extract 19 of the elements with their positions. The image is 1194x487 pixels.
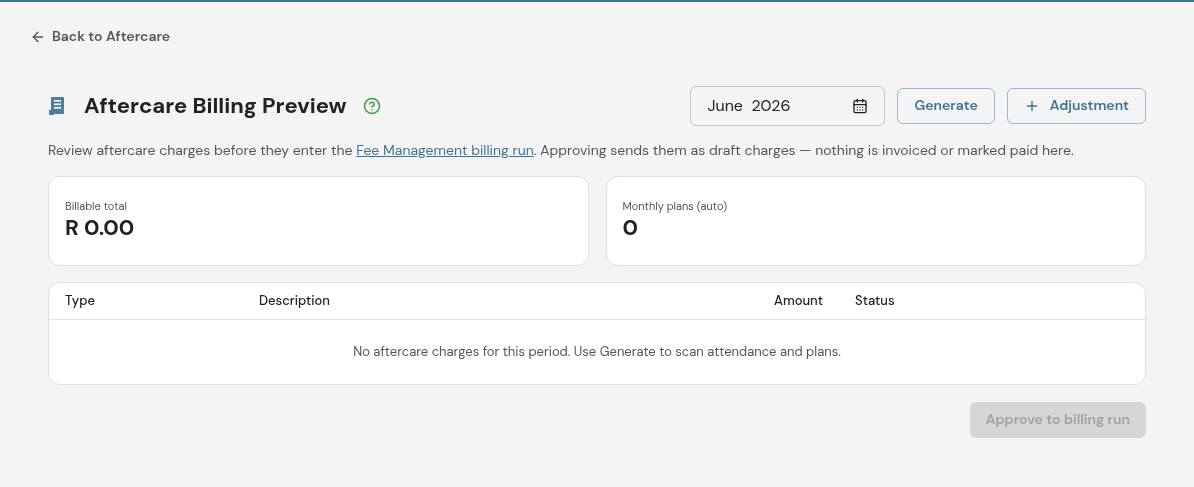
help-icon[interactable] [362,96,381,115]
calendar-icon[interactable] [852,97,869,114]
fee-management-link[interactable]: Fee Management billing run [356,140,534,159]
column-header: Description [259,291,330,309]
intro-text: Review aftercare charges before they enter the Fee Management billing run. Approving sends them as draft charges — nothing is invoiced or marked paid here. [48,139,1075,161]
page-title: Aftercare Billing Preview [84,90,347,122]
receipt-icon [48,95,66,116]
column-header: Type [65,291,95,309]
empty-message: No aftercare charges for this period. Use Generate to scan attendance and plans. [353,341,841,362]
stat-label: Billable total [65,197,128,214]
stat-label: Monthly plans (auto) [622,197,729,214]
column-header: Status [855,291,895,309]
add-adjustment-button[interactable]: Adjustment [1006,87,1146,124]
stat-value: R 0.00 [65,214,136,242]
generate-button[interactable]: Generate [897,87,995,124]
column-header: Amount [774,291,823,309]
back-link[interactable]: Back to Aftercare [30,26,171,47]
month-field[interactable]: June 2026 [690,85,886,126]
stat-value: 0 [622,214,639,242]
